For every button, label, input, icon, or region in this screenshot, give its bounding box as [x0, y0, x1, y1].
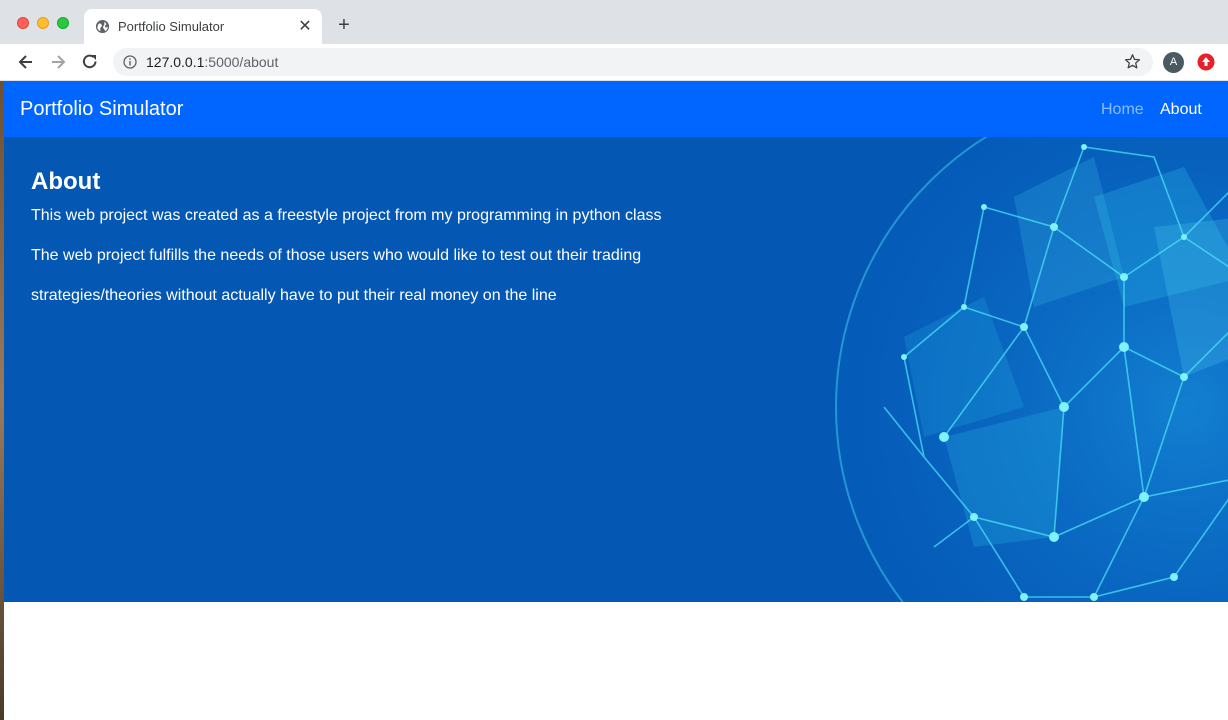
about-paragraph-1: This web project was created as a freest…: [31, 207, 662, 224]
browser-tab[interactable]: Portfolio Simulator ✕: [84, 9, 322, 44]
address-bar[interactable]: 127.0.0.1:5000/about: [113, 48, 1153, 76]
plus-icon[interactable]: +: [334, 15, 354, 35]
maximize-window-button[interactable]: [57, 17, 69, 29]
hero-section: About This web project was created as a …: [4, 137, 1228, 602]
info-icon[interactable]: [123, 55, 137, 69]
extension-icon[interactable]: [1197, 53, 1215, 71]
web-page: Portfolio Simulator Home About About Thi…: [4, 81, 1228, 720]
close-window-button[interactable]: [17, 17, 29, 29]
forward-icon[interactable]: [48, 52, 68, 72]
browser-toolbar: 127.0.0.1:5000/about A: [0, 44, 1228, 81]
reload-icon[interactable]: [80, 52, 100, 72]
nav-link-home[interactable]: Home: [1101, 101, 1144, 119]
about-paragraph-3: strategies/theories without actually hav…: [31, 287, 557, 304]
brand-link[interactable]: Portfolio Simulator: [20, 98, 183, 121]
avatar[interactable]: A: [1163, 52, 1184, 73]
star-icon[interactable]: [1124, 53, 1141, 70]
back-icon[interactable]: [16, 52, 36, 72]
page-title: About: [31, 168, 101, 195]
tab-title: Portfolio Simulator: [118, 19, 225, 34]
globe-icon: [95, 19, 110, 34]
close-icon[interactable]: ✕: [296, 17, 314, 35]
about-paragraph-2: The web project fulfills the needs of th…: [31, 247, 642, 264]
browser-titlebar: Portfolio Simulator ✕ +: [0, 0, 1228, 44]
url-host: 127.0.0.1: [146, 54, 205, 70]
minimize-window-button[interactable]: [37, 17, 49, 29]
url-text: 127.0.0.1:5000/about: [146, 54, 278, 70]
globe-network-image: [835, 137, 1228, 602]
nav-link-about[interactable]: About: [1160, 101, 1202, 119]
url-path: :5000/about: [204, 54, 279, 70]
site-navbar: Portfolio Simulator Home About: [4, 81, 1228, 137]
